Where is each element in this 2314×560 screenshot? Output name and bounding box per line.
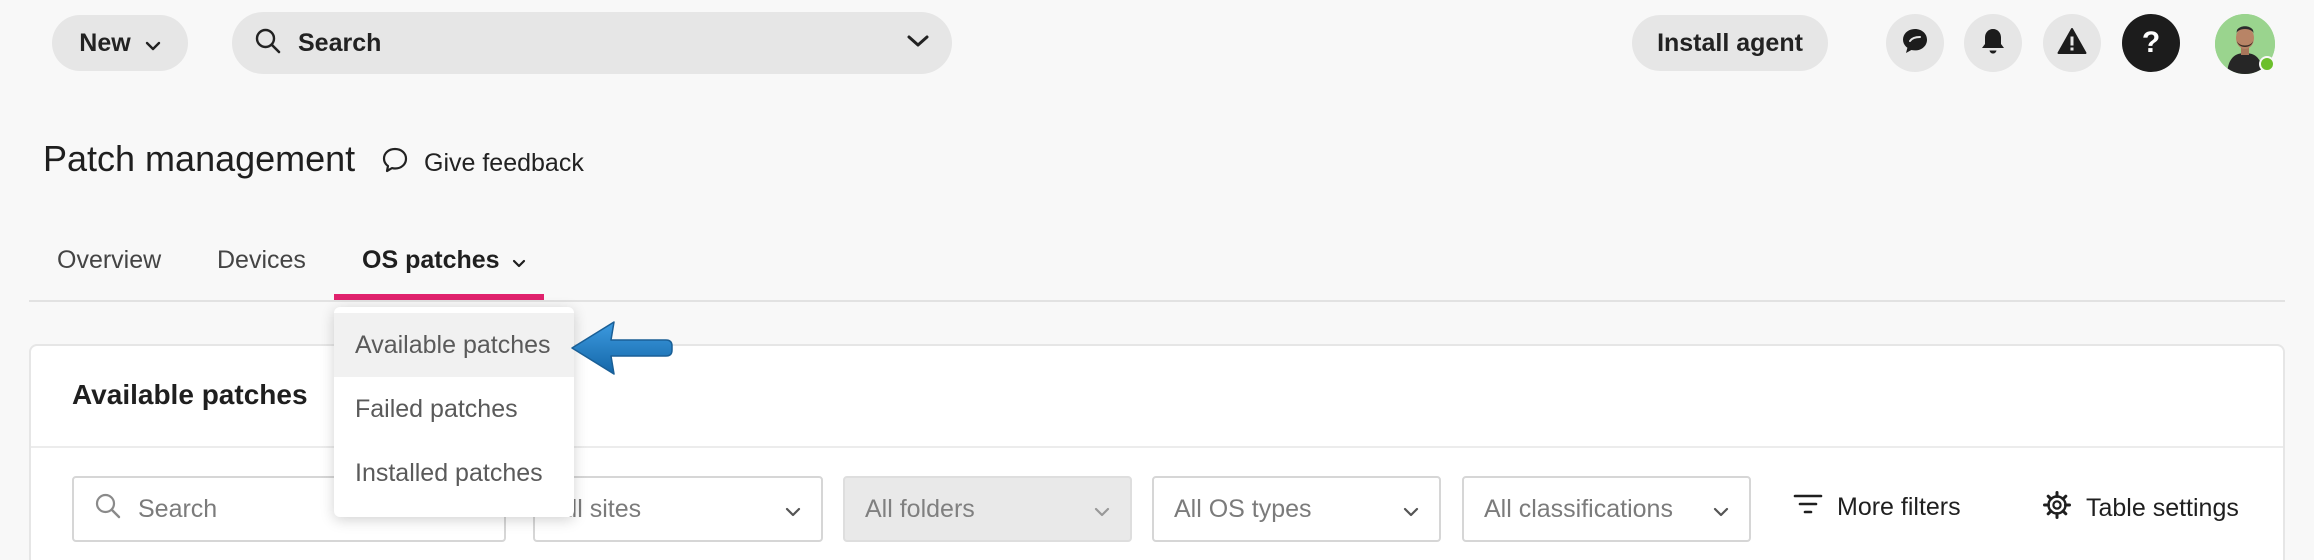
gear-icon: [2042, 490, 2072, 527]
search-icon: [94, 492, 122, 527]
annotation-arrow-icon: [566, 316, 676, 385]
table-settings-button[interactable]: Table settings: [2042, 490, 2239, 527]
give-feedback-link[interactable]: Give feedback: [380, 146, 584, 181]
chat-button[interactable]: [1886, 14, 1944, 72]
chevron-down-icon: [1713, 495, 1729, 524]
chevron-down-icon: [785, 495, 801, 524]
bell-icon: [1979, 26, 2007, 61]
tab-os-patches-label: OS patches: [362, 246, 500, 274]
new-button-label: New: [79, 28, 131, 57]
active-tab-indicator: [334, 294, 544, 300]
chat-icon: [1900, 26, 1930, 61]
search-icon: [254, 27, 282, 60]
sites-filter-select[interactable]: All sites: [533, 476, 823, 542]
online-status-indicator: [2259, 56, 2275, 72]
os-types-filter-select[interactable]: All OS types: [1152, 476, 1441, 542]
chevron-down-icon: [512, 246, 526, 275]
tab-devices[interactable]: Devices: [217, 246, 306, 275]
folders-filter-select[interactable]: All folders: [843, 476, 1132, 542]
tab-os-patches[interactable]: OS patches: [362, 246, 526, 275]
notifications-button[interactable]: [1964, 14, 2022, 72]
folders-filter-value: All folders: [865, 494, 975, 523]
filter-icon: [1793, 492, 1823, 523]
alerts-button[interactable]: [2043, 14, 2101, 72]
page-title: Patch management: [43, 138, 356, 179]
chevron-down-icon: [1094, 495, 1110, 524]
new-button[interactable]: New: [52, 15, 188, 71]
help-button[interactable]: ?: [2122, 14, 2180, 72]
install-agent-button[interactable]: Install agent: [1632, 15, 1828, 71]
chevron-down-icon: [145, 29, 161, 58]
global-search-bar[interactable]: Search: [232, 12, 952, 74]
more-filters-button[interactable]: More filters: [1793, 492, 1961, 523]
help-icon: ?: [2141, 26, 2161, 59]
give-feedback-label: Give feedback: [424, 149, 584, 177]
classifications-filter-select[interactable]: All classifications: [1462, 476, 1751, 542]
tab-overview[interactable]: Overview: [57, 246, 161, 275]
os-types-filter-value: All OS types: [1174, 494, 1312, 523]
chevron-down-icon: [1403, 495, 1419, 524]
table-settings-label: Table settings: [2086, 494, 2239, 522]
speech-bubble-icon: [380, 146, 410, 181]
global-search-label: Search: [298, 28, 382, 57]
tabs-divider: [29, 300, 2285, 302]
menu-item-failed-patches[interactable]: Failed patches: [334, 377, 574, 441]
panel-title: Available patches: [72, 379, 308, 410]
classifications-filter-value: All classifications: [1484, 494, 1673, 523]
os-patches-dropdown-menu: Available patches Failed patches Install…: [334, 307, 574, 517]
more-filters-label: More filters: [1837, 493, 1961, 521]
sites-filter-value: All sites: [555, 494, 642, 523]
chevron-down-icon[interactable]: [906, 34, 930, 53]
menu-item-installed-patches[interactable]: Installed patches: [334, 441, 574, 505]
warning-icon: [2057, 27, 2087, 60]
menu-item-available-patches[interactable]: Available patches: [334, 313, 574, 377]
